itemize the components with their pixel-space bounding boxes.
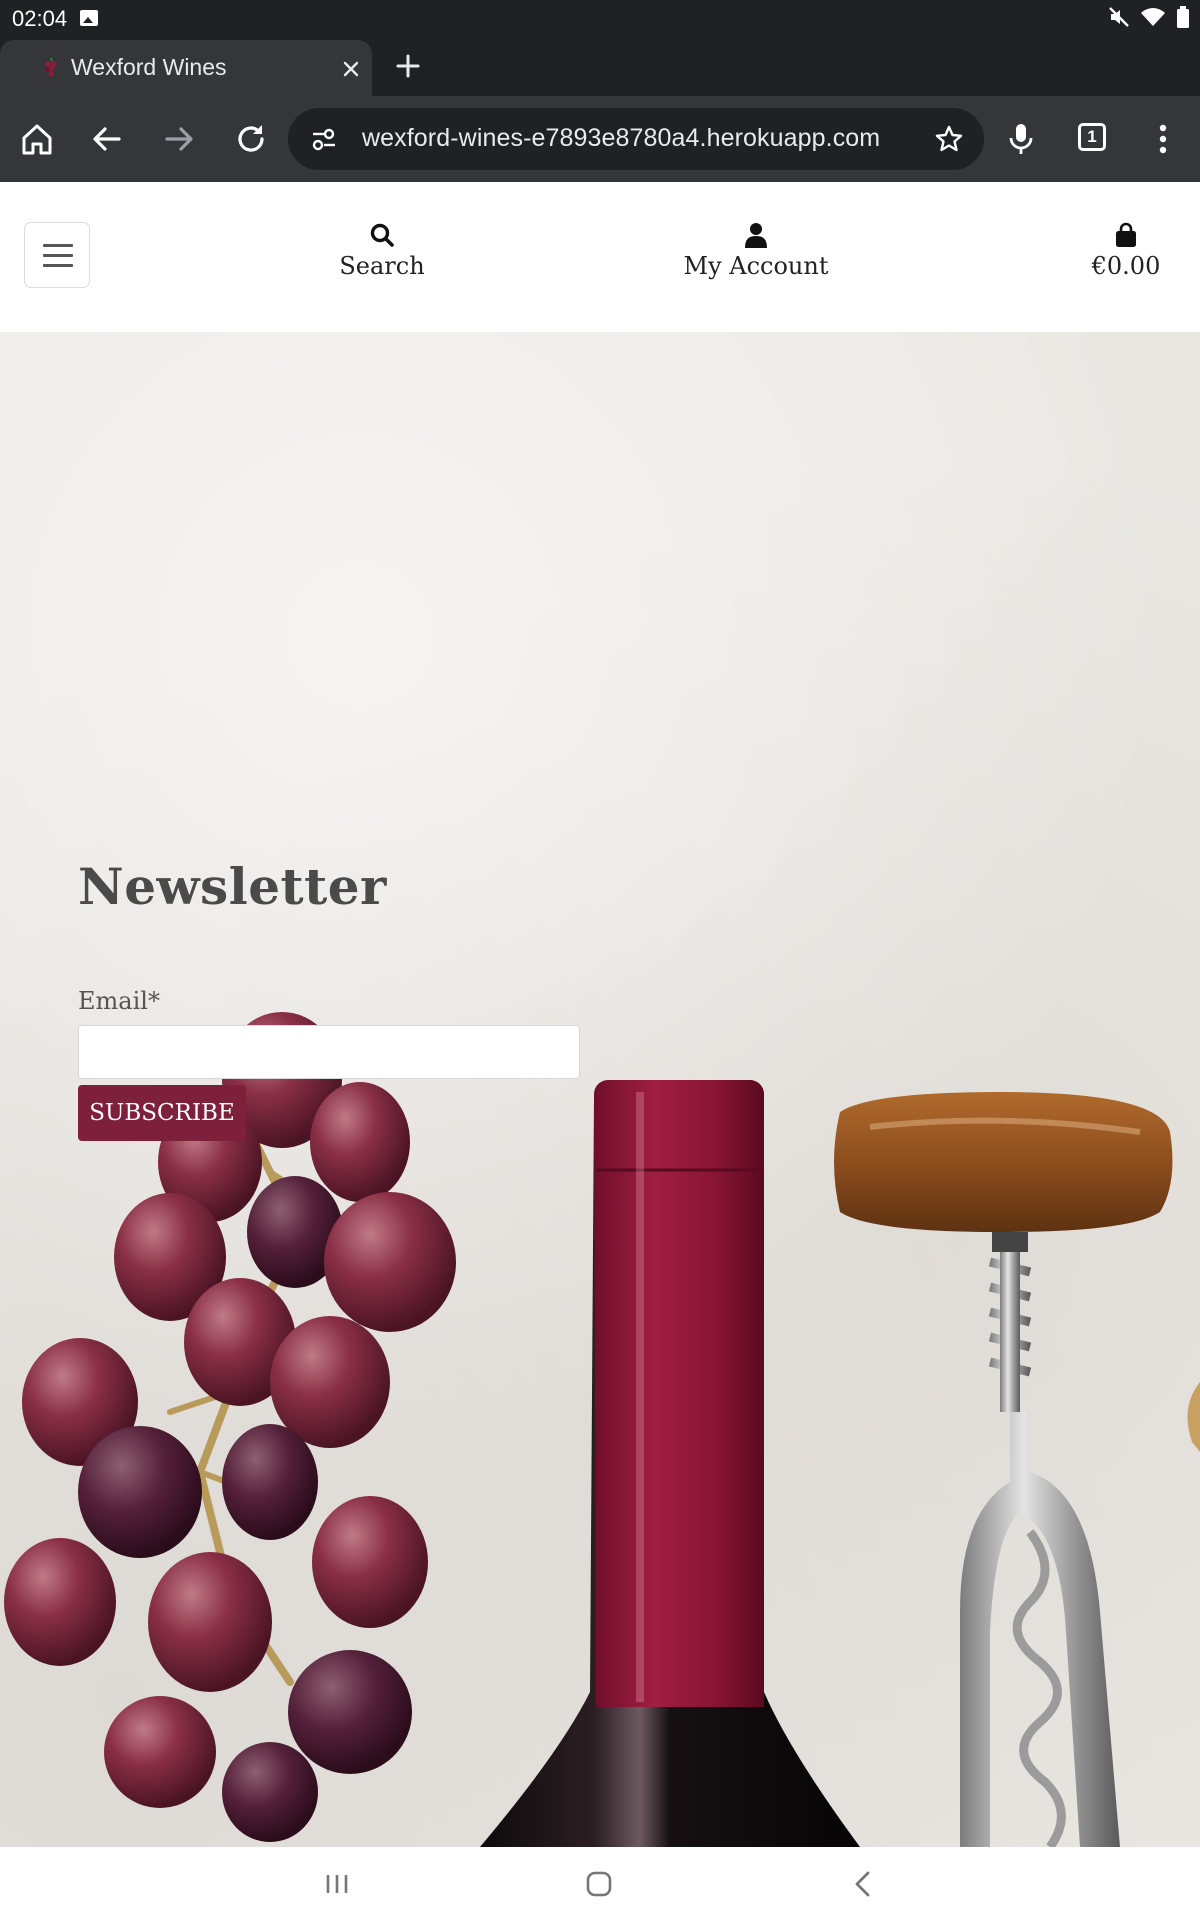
tab-title: Wexford Wines bbox=[71, 54, 227, 80]
menu-toggle-button[interactable] bbox=[24, 222, 90, 288]
bookmark-star-icon[interactable] bbox=[934, 124, 964, 154]
search-label: Search bbox=[339, 252, 425, 280]
new-tab-icon[interactable] bbox=[392, 50, 424, 82]
reload-icon[interactable] bbox=[232, 120, 270, 158]
forward-icon[interactable] bbox=[160, 120, 198, 158]
subscribe-button[interactable]: SUBSCRIBE bbox=[78, 1085, 246, 1141]
status-time: 02:04 bbox=[12, 6, 68, 31]
web-page: Search My Account €0.00 Newsletter Email… bbox=[0, 182, 1200, 1847]
email-label: Email* bbox=[78, 987, 160, 1015]
microphone-icon[interactable] bbox=[1002, 120, 1040, 158]
shopping-bag-icon bbox=[1116, 222, 1136, 247]
shopping-bag-link[interactable]: €0.00 bbox=[1086, 222, 1166, 280]
hamburger-icon bbox=[43, 244, 73, 247]
home-icon[interactable] bbox=[18, 120, 56, 158]
wifi-icon bbox=[1141, 8, 1165, 26]
newsletter-title: Newsletter bbox=[78, 857, 387, 916]
search-link[interactable]: Search bbox=[330, 222, 434, 280]
grapes-favicon-icon bbox=[44, 57, 57, 77]
back-navigation-icon[interactable] bbox=[848, 1869, 878, 1899]
browser-toolbar: wexford-wines-e7893e8780a4.herokuapp.com… bbox=[0, 96, 1200, 182]
address-bar[interactable]: wexford-wines-e7893e8780a4.herokuapp.com bbox=[288, 108, 984, 170]
newsletter-hero: Newsletter Email* SUBSCRIBE bbox=[0, 332, 1200, 1847]
email-input[interactable] bbox=[78, 1025, 580, 1079]
browser-tab[interactable]: Wexford Wines bbox=[0, 40, 372, 96]
site-header: Search My Account €0.00 bbox=[0, 182, 1200, 332]
more-menu-icon[interactable] bbox=[1144, 120, 1182, 158]
url-text[interactable]: wexford-wines-e7893e8780a4.herokuapp.com bbox=[362, 124, 902, 153]
close-tab-icon[interactable] bbox=[338, 56, 364, 82]
recent-apps-icon[interactable] bbox=[322, 1869, 352, 1899]
my-account-link[interactable]: My Account bbox=[682, 222, 830, 280]
newsletter-form: Newsletter Email* SUBSCRIBE bbox=[78, 857, 598, 1141]
tab-switcher-button[interactable]: 1 bbox=[1078, 123, 1106, 151]
mute-icon bbox=[1109, 7, 1129, 27]
back-icon[interactable] bbox=[88, 120, 126, 158]
user-icon bbox=[745, 223, 767, 248]
search-icon bbox=[370, 223, 394, 247]
status-indicators bbox=[1108, 6, 1190, 28]
bag-total: €0.00 bbox=[1091, 252, 1161, 280]
status-bar: 02:04 bbox=[0, 0, 1200, 38]
home-navigation-icon[interactable] bbox=[584, 1869, 614, 1899]
account-label: My Account bbox=[683, 252, 829, 280]
system-navigation-bar bbox=[0, 1847, 1200, 1920]
battery-icon bbox=[1177, 6, 1189, 28]
tab-strip: Wexford Wines bbox=[0, 38, 1200, 96]
site-settings-icon[interactable] bbox=[310, 126, 338, 152]
gallery-notification-icon bbox=[80, 10, 98, 26]
